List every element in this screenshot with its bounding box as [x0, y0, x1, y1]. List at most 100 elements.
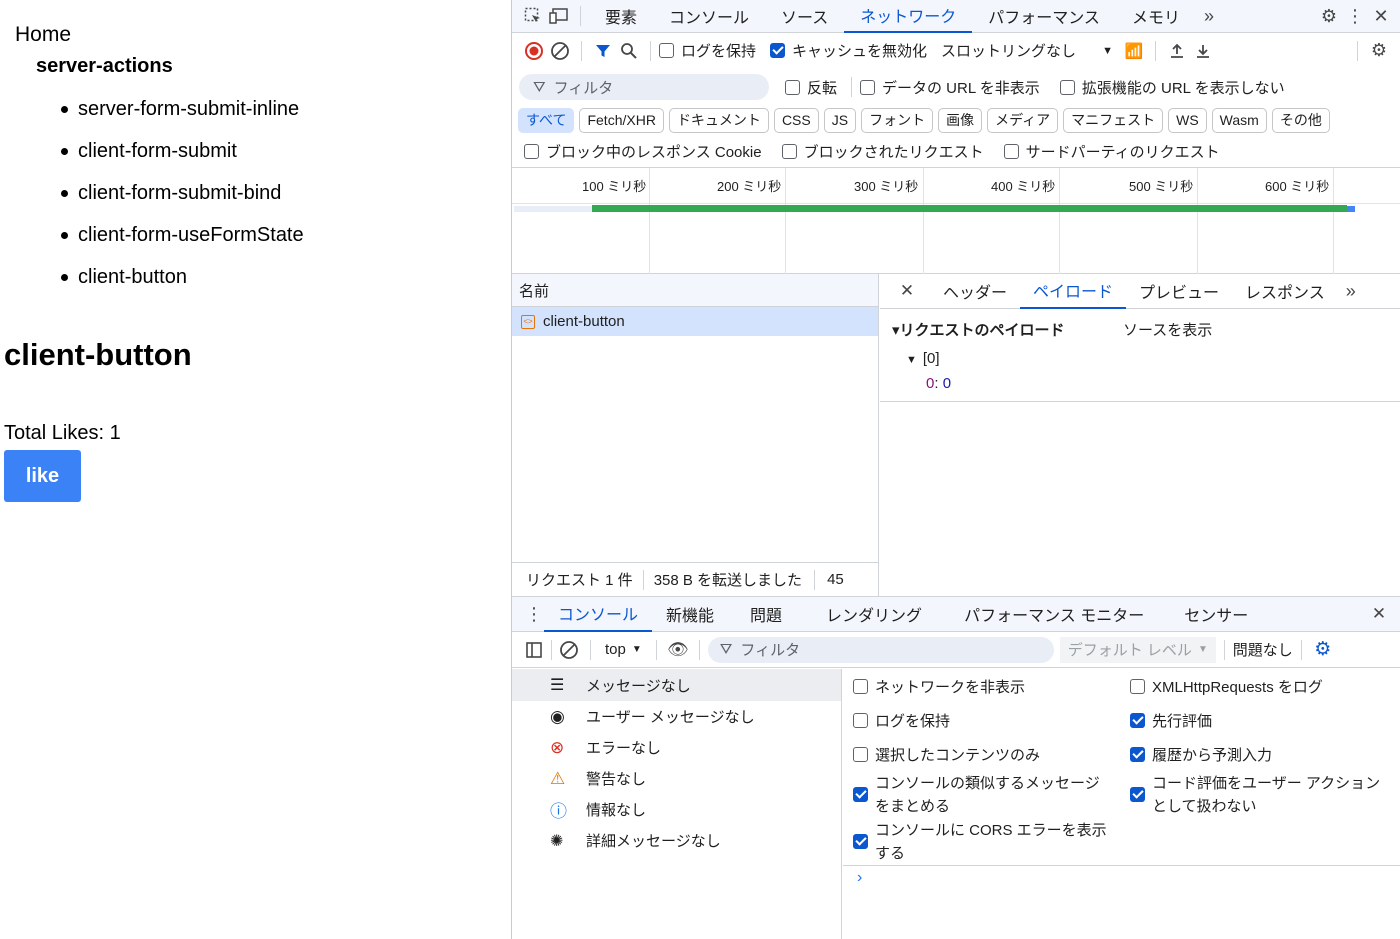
console-toolbar: top ▼ 👁 ⛛ フィルタ デフォルト レベル ▼ 問題なし ⚙ — [512, 632, 1400, 668]
eager-eval-checkbox[interactable]: 先行評価 — [1130, 703, 1212, 737]
issues-count[interactable]: 問題なし — [1233, 639, 1293, 660]
inspect-icon[interactable] — [520, 3, 546, 29]
blocked-requests-checkbox[interactable]: ブロックされたリクエスト — [781, 141, 984, 162]
settings-icon[interactable]: ⚙ — [1316, 3, 1342, 29]
list-header[interactable]: 名前 — [512, 274, 878, 307]
type-img[interactable]: 画像 — [938, 107, 983, 133]
type-js[interactable]: JS — [823, 107, 857, 133]
payload-title[interactable]: ▾リクエストのペイロード — [892, 319, 1065, 340]
tab-preview[interactable]: プレビュー — [1126, 274, 1232, 309]
sidebar-item-info[interactable]: ⓘ 情報なし — [512, 794, 841, 825]
kebab-menu-icon[interactable]: ⋮ — [1342, 3, 1368, 29]
console-preserve-log-checkbox[interactable]: ログを保持 — [853, 703, 950, 737]
drawer-tab-sensors[interactable]: センサー — [1164, 597, 1268, 632]
third-party-checkbox[interactable]: サードパーティのリクエスト — [1003, 141, 1220, 162]
tab-sources[interactable]: ソース — [765, 0, 844, 33]
autocomplete-history-checkbox[interactable]: 履歴から予測入力 — [1130, 737, 1272, 771]
console-prompt[interactable]: › — [843, 866, 1400, 939]
type-all[interactable]: すべて — [518, 107, 575, 133]
throttle-select[interactable]: スロットリングなし ▼ — [941, 40, 1121, 61]
filter-icon[interactable] — [590, 38, 616, 64]
more-tabs-icon[interactable]: » — [1196, 3, 1222, 29]
type-wasm[interactable]: Wasm — [1211, 107, 1267, 133]
type-other[interactable]: その他 — [1271, 107, 1330, 133]
home-link[interactable]: Home — [15, 23, 71, 47]
type-doc[interactable]: ドキュメント — [668, 107, 769, 133]
drawer-menu-icon[interactable]: ⋮ — [524, 601, 544, 627]
hide-network-checkbox[interactable]: ネットワークを非表示 — [853, 669, 1025, 703]
detail-tabs: ✕ ヘッダー ペイロード プレビュー レスポンス » — [880, 274, 1400, 309]
user-activation-checkbox[interactable]: コード評価をユーザー アクションとして扱わない — [1130, 771, 1384, 818]
type-font[interactable]: フォント — [861, 107, 934, 133]
level-select[interactable]: デフォルト レベル ▼ — [1059, 636, 1216, 663]
cors-errors-checkbox[interactable]: コンソールに CORS エラーを表示する — [853, 818, 1107, 865]
selected-context-checkbox[interactable]: 選択したコンテンツのみ — [853, 737, 1040, 771]
table-row[interactable]: <> client-button — [512, 307, 878, 336]
document-icon: <> — [521, 314, 535, 329]
request-count: リクエスト 1 件 — [526, 572, 633, 589]
device-toolbar-icon[interactable] — [546, 3, 572, 29]
log-xhr-checkbox[interactable]: XMLHttpRequests をログ — [1130, 669, 1323, 703]
sidebar-item-verbose[interactable]: ✺ 詳細メッセージなし — [512, 825, 841, 856]
sidebar-item-warnings[interactable]: ⚠ 警告なし — [512, 763, 841, 794]
drawer-tab-rendering[interactable]: レンダリング — [804, 597, 944, 632]
hide-extension-url-checkbox[interactable]: 拡張機能の URL を表示しない — [1059, 77, 1285, 98]
disable-cache-checkbox[interactable]: キャッシュを無効化 — [770, 40, 927, 61]
invert-checkbox[interactable]: 反転 — [785, 77, 837, 98]
type-manifest[interactable]: マニフェスト — [1063, 107, 1164, 133]
close-detail-icon[interactable]: ✕ — [894, 278, 920, 304]
tab-headers[interactable]: ヘッダー — [930, 274, 1020, 309]
nav-item[interactable]: client-form-submit-bind — [61, 180, 304, 222]
record-icon[interactable] — [521, 38, 547, 64]
view-source-link[interactable]: ソースを表示 — [1123, 319, 1212, 340]
export-har-icon[interactable] — [1190, 38, 1216, 64]
drawer-tab-perfmon[interactable]: パフォーマンス モニター — [944, 597, 1164, 632]
drawer-tab-issues[interactable]: 問題 — [728, 597, 804, 632]
tab-performance[interactable]: パフォーマンス — [972, 0, 1116, 33]
tab-payload[interactable]: ペイロード — [1020, 274, 1127, 309]
close-drawer-icon[interactable]: ✕ — [1366, 601, 1392, 627]
tab-response[interactable]: レスポンス — [1232, 274, 1338, 309]
console-filter-input[interactable]: ⛛ フィルタ — [707, 636, 1054, 663]
nav-item[interactable]: client-button — [61, 264, 304, 306]
live-expression-icon[interactable]: 👁 — [665, 637, 691, 663]
sidebar-item-errors[interactable]: ⊗ エラーなし — [512, 732, 841, 763]
drawer-tab-whatsnew[interactable]: 新機能 — [652, 597, 728, 632]
nav-item[interactable]: server-form-submit-inline — [61, 96, 304, 138]
type-fetch[interactable]: Fetch/XHR — [579, 107, 664, 133]
timeline-overview[interactable]: 100 ミリ秒 200 ミリ秒 300 ミリ秒 400 ミリ秒 500 ミリ秒 … — [512, 167, 1400, 274]
clear-console-icon[interactable] — [556, 637, 582, 663]
filter-input[interactable]: ⛛ フィルタ — [519, 74, 769, 100]
group-similar-checkbox[interactable]: コンソールの類似するメッセージをまとめる — [853, 771, 1107, 818]
type-media[interactable]: メディア — [987, 107, 1059, 133]
tab-console[interactable]: コンソール — [653, 0, 765, 33]
drawer-tab-console[interactable]: コンソール — [544, 597, 653, 632]
type-ws[interactable]: WS — [1168, 107, 1207, 133]
hide-data-url-checkbox[interactable]: データの URL を非表示 — [860, 77, 1040, 98]
sidebar-item-user[interactable]: ◉ ユーザー メッセージなし — [512, 701, 841, 732]
network-conditions-icon[interactable]: 📶 — [1121, 38, 1147, 64]
type-css[interactable]: CSS — [773, 107, 819, 133]
network-settings-icon[interactable]: ⚙ — [1366, 38, 1392, 64]
payload-array[interactable]: ▼ [0] — [906, 350, 940, 367]
nav-item[interactable]: client-form-useFormState — [61, 222, 304, 264]
sidebar-item-messages[interactable]: ☰ メッセージなし — [512, 669, 841, 701]
page-heading: client-button — [4, 337, 192, 372]
like-button[interactable]: like — [4, 450, 81, 502]
search-icon[interactable] — [616, 38, 642, 64]
tab-network[interactable]: ネットワーク — [844, 0, 973, 33]
type-filters: すべて Fetch/XHR ドキュメント CSS JS フォント 画像 メディア… — [512, 106, 1400, 134]
nav-item[interactable]: client-form-submit — [61, 138, 304, 180]
import-har-icon[interactable] — [1164, 38, 1190, 64]
console-settings-icon[interactable]: ⚙ — [1310, 637, 1336, 663]
tab-elements[interactable]: 要素 — [589, 0, 653, 33]
more-detail-tabs-icon[interactable]: » — [1338, 278, 1364, 304]
tab-memory[interactable]: メモリ — [1116, 0, 1196, 33]
blocked-cookies-checkbox[interactable]: ブロック中のレスポンス Cookie — [524, 141, 762, 162]
warning-icon: ⚠ — [550, 768, 566, 788]
close-devtools-icon[interactable]: ✕ — [1368, 3, 1394, 29]
clear-icon[interactable] — [547, 38, 573, 64]
context-select[interactable]: top ▼ — [605, 641, 642, 658]
preserve-log-checkbox[interactable]: ログを保持 — [659, 40, 756, 61]
sidebar-toggle-icon[interactable] — [521, 637, 547, 663]
